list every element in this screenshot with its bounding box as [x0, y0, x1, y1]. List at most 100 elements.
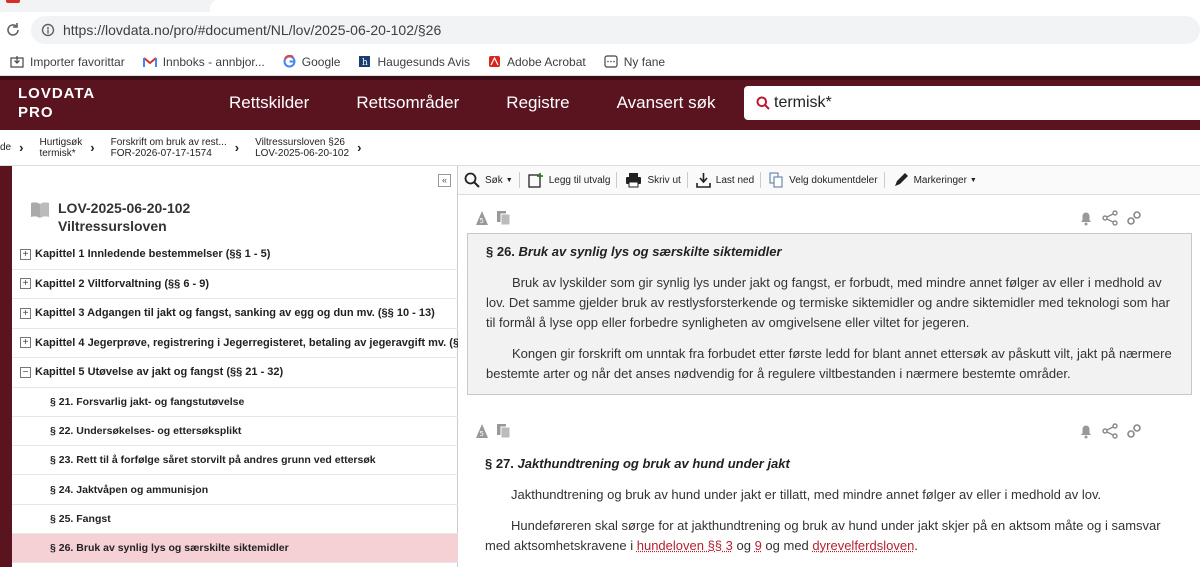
- left-edge-bar: [0, 166, 12, 567]
- toolbar-divider: [518, 172, 520, 188]
- section-27: § 27. Jakthundtrening og bruk av hund un…: [467, 456, 1192, 567]
- section-26-title: § 26. Bruk av synlig lys og særskilte si…: [486, 244, 782, 259]
- expand-icon[interactable]: +: [20, 278, 31, 290]
- bookmark-adobe-acrobat[interactable]: Adobe Acrobat: [488, 55, 586, 69]
- section-26-paragraph-1: Bruk av lyskilder som gir synlig lys und…: [486, 275, 1170, 330]
- add-to-list-icon: [528, 173, 543, 188]
- google-icon: [283, 55, 296, 68]
- expand-icon[interactable]: +: [20, 307, 31, 319]
- browser-tab[interactable]: [0, 0, 28, 12]
- expand-icon[interactable]: +: [20, 337, 31, 349]
- toc-chapter-5[interactable]: − Kapittel 5 Utøvelse av jakt og fangst (…: [12, 358, 458, 388]
- url-text: https://lovdata.no/pro/#document/NL/lov/…: [62, 22, 442, 38]
- site-info-icon[interactable]: [41, 23, 55, 37]
- share-icon[interactable]: [1102, 210, 1118, 226]
- folder-import-icon: [10, 55, 24, 68]
- bookmark-google[interactable]: Google: [283, 55, 340, 69]
- breadcrumb-item-hurtigsok[interactable]: Hurtigsøk termisk*: [39, 137, 82, 159]
- haugesunds-avis-icon: h: [359, 56, 371, 68]
- collapse-icon[interactable]: −: [20, 366, 31, 378]
- toc-section-25[interactable]: § 25. Fangst: [12, 505, 458, 534]
- document-parts-icon: [769, 172, 783, 188]
- section-26-left-icons: 5: [474, 210, 512, 226]
- chevron-down-icon: ▼: [969, 176, 977, 184]
- toc-section-23[interactable]: § 23. Rett til å forfølge såret storvilt…: [12, 446, 458, 476]
- link-hundeloven-9[interactable]: 9: [755, 538, 762, 553]
- link-icon[interactable]: [1126, 423, 1142, 439]
- bookmark-gmail[interactable]: Innboks - annbjor...: [142, 55, 265, 69]
- section-27-title: § 27. Jakthundtrening og bruk av hund un…: [485, 456, 790, 471]
- bell-icon[interactable]: [1078, 210, 1094, 226]
- share-icon[interactable]: [1102, 423, 1118, 439]
- table-of-contents: + Kapittel 1 Innledende bestemmelser (§§ …: [12, 240, 458, 564]
- bookmark-ny-fane[interactable]: Ny fane: [604, 55, 665, 69]
- lovdata-logo[interactable]: LOVDATA PRO: [0, 84, 200, 122]
- link-icon[interactable]: [1126, 210, 1142, 226]
- select-document-parts-button[interactable]: Velg dokumentdeler: [769, 172, 878, 188]
- document-id: LOV-2025-06-20-102: [58, 200, 191, 216]
- breadcrumb: de › Hurtigsøk termisk* › Forskrift om b…: [0, 130, 1200, 166]
- nav-avansert-sok[interactable]: Avansert søk: [617, 93, 716, 113]
- nav-registre[interactable]: Registre: [506, 93, 569, 113]
- toc-chapter-1[interactable]: + Kapittel 1 Innledende bestemmelser (§§ …: [12, 240, 458, 270]
- site-header: LOVDATA PRO Rettskilder Rettsområder Reg…: [0, 76, 1200, 130]
- breadcrumb-first[interactable]: de: [0, 142, 11, 153]
- reload-icon[interactable]: [3, 20, 23, 40]
- toolbar-divider: [883, 172, 885, 188]
- search-input[interactable]: termisk*: [744, 86, 1200, 120]
- copy-icon[interactable]: [496, 210, 512, 226]
- toolbar-divider: [616, 172, 618, 188]
- collapse-sidebar-button[interactable]: «: [438, 174, 451, 187]
- address-bar-row: https://lovdata.no/pro/#document/NL/lov/…: [0, 12, 1200, 48]
- breadcrumb-separator-icon: ›: [90, 140, 95, 155]
- url-field[interactable]: https://lovdata.no/pro/#document/NL/lov/…: [30, 16, 1200, 44]
- add-to-selection-button[interactable]: Legg til utvalg: [528, 172, 610, 188]
- svg-text:h: h: [362, 58, 368, 68]
- download-icon: [695, 173, 711, 188]
- link-dyrevelferdsloven[interactable]: dyrevelferdsloven: [812, 538, 914, 553]
- search-icon: [464, 172, 480, 188]
- toc-chapter-4[interactable]: + Kapittel 4 Jegerprøve, registrering i J…: [12, 329, 458, 358]
- document-name: Viltressursloven: [58, 218, 167, 234]
- adobe-acrobat-icon: [489, 56, 500, 67]
- download-button[interactable]: Last ned: [695, 172, 754, 188]
- section-26-box: § 26. Bruk av synlig lys og særskilte si…: [467, 233, 1192, 395]
- section-27-right-icons: [1078, 423, 1142, 439]
- nav-rettsomrader[interactable]: Rettsområder: [356, 93, 459, 113]
- nav-rettskilder[interactable]: Rettskilder: [229, 93, 309, 113]
- toc-section-24[interactable]: § 24. Jaktvåpen og ammunisjon: [12, 475, 458, 505]
- copy-icon[interactable]: [496, 423, 512, 439]
- section-26: § 26. Bruk av synlig lys og særskilte si…: [467, 233, 1192, 395]
- toc-chapter-3[interactable]: + Kapittel 3 Adgangen til jakt og fangst,…: [12, 299, 458, 329]
- print-button[interactable]: Skriv ut: [625, 172, 681, 188]
- bookmark-haugesunds-avis[interactable]: h Haugesunds Avis: [358, 55, 470, 69]
- main-nav: Rettskilder Rettsområder Registre Avanse…: [200, 76, 734, 130]
- bell-icon[interactable]: [1078, 423, 1094, 439]
- book-icon: [31, 202, 49, 218]
- gmail-icon: [142, 56, 157, 67]
- breadcrumb-item-viltressursloven[interactable]: Viltressursloven §26 LOV-2025-06-20-102: [255, 137, 349, 159]
- toc-chapter-2[interactable]: + Kapittel 2 Viltforvaltning (§§ 6 - 9): [12, 270, 458, 299]
- expand-icon[interactable]: +: [20, 248, 31, 260]
- link-hundeloven[interactable]: hundeloven §§ 3: [637, 538, 733, 553]
- main-area: « LOV-2025-06-20-102 Viltressursloven + K…: [0, 166, 1200, 567]
- bookmark-importer[interactable]: Importer favorittar: [10, 55, 125, 69]
- search-button[interactable]: Søk ▼: [464, 172, 513, 188]
- section-26-right-icons: [1078, 210, 1142, 226]
- active-tab[interactable]: [210, 0, 1200, 12]
- toc-section-21[interactable]: § 21. Forsvarlig jakt- og fangstutøvelse: [12, 388, 458, 417]
- money-bag-icon[interactable]: 5: [474, 210, 490, 226]
- document-heading: LOV-2025-06-20-102 Viltressursloven: [30, 199, 190, 235]
- breadcrumb-item-forskrift[interactable]: Forskrift om bruk av rest... FOR-2026-07…: [111, 137, 227, 159]
- chevron-down-icon: ▼: [505, 176, 513, 184]
- section-27-paragraph-2: Hundeføreren skal sørge for at jakthundt…: [485, 518, 1161, 553]
- toc-section-22[interactable]: § 22. Undersøkelses- og ettersøksplikt: [12, 417, 458, 447]
- search-icon: [756, 96, 770, 110]
- section-27-left-icons: 5: [474, 423, 512, 439]
- toc-section-26[interactable]: § 26. Bruk av synlig lys og særskilte si…: [12, 533, 458, 564]
- money-bag-icon[interactable]: 5: [474, 423, 490, 439]
- breadcrumb-separator-icon: ›: [234, 140, 240, 155]
- section-27-paragraph-1: Jakthundtrening og bruk av hund under ja…: [511, 487, 1102, 502]
- document-content: Søk ▼ Legg til utvalg Skriv ut Last ned: [458, 166, 1200, 567]
- markings-button[interactable]: Markeringer ▼: [893, 172, 977, 188]
